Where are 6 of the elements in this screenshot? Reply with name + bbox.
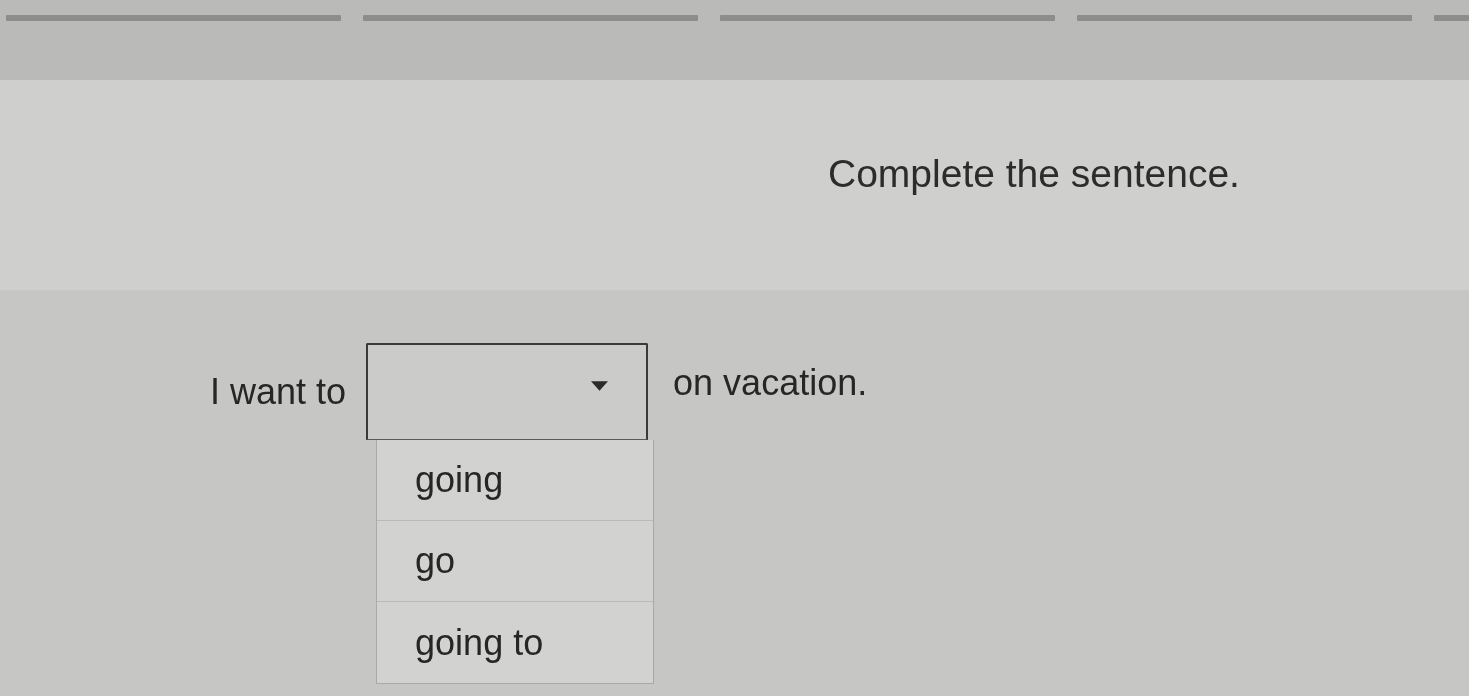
progress-segment [1434,15,1469,21]
sentence-end: on vacation. [673,361,868,404]
sentence-start: I want to [210,370,347,413]
answer-dropdown[interactable] [366,343,649,440]
caret-icon [591,381,609,391]
prompt-text: Complete the sentence. [828,152,1240,196]
